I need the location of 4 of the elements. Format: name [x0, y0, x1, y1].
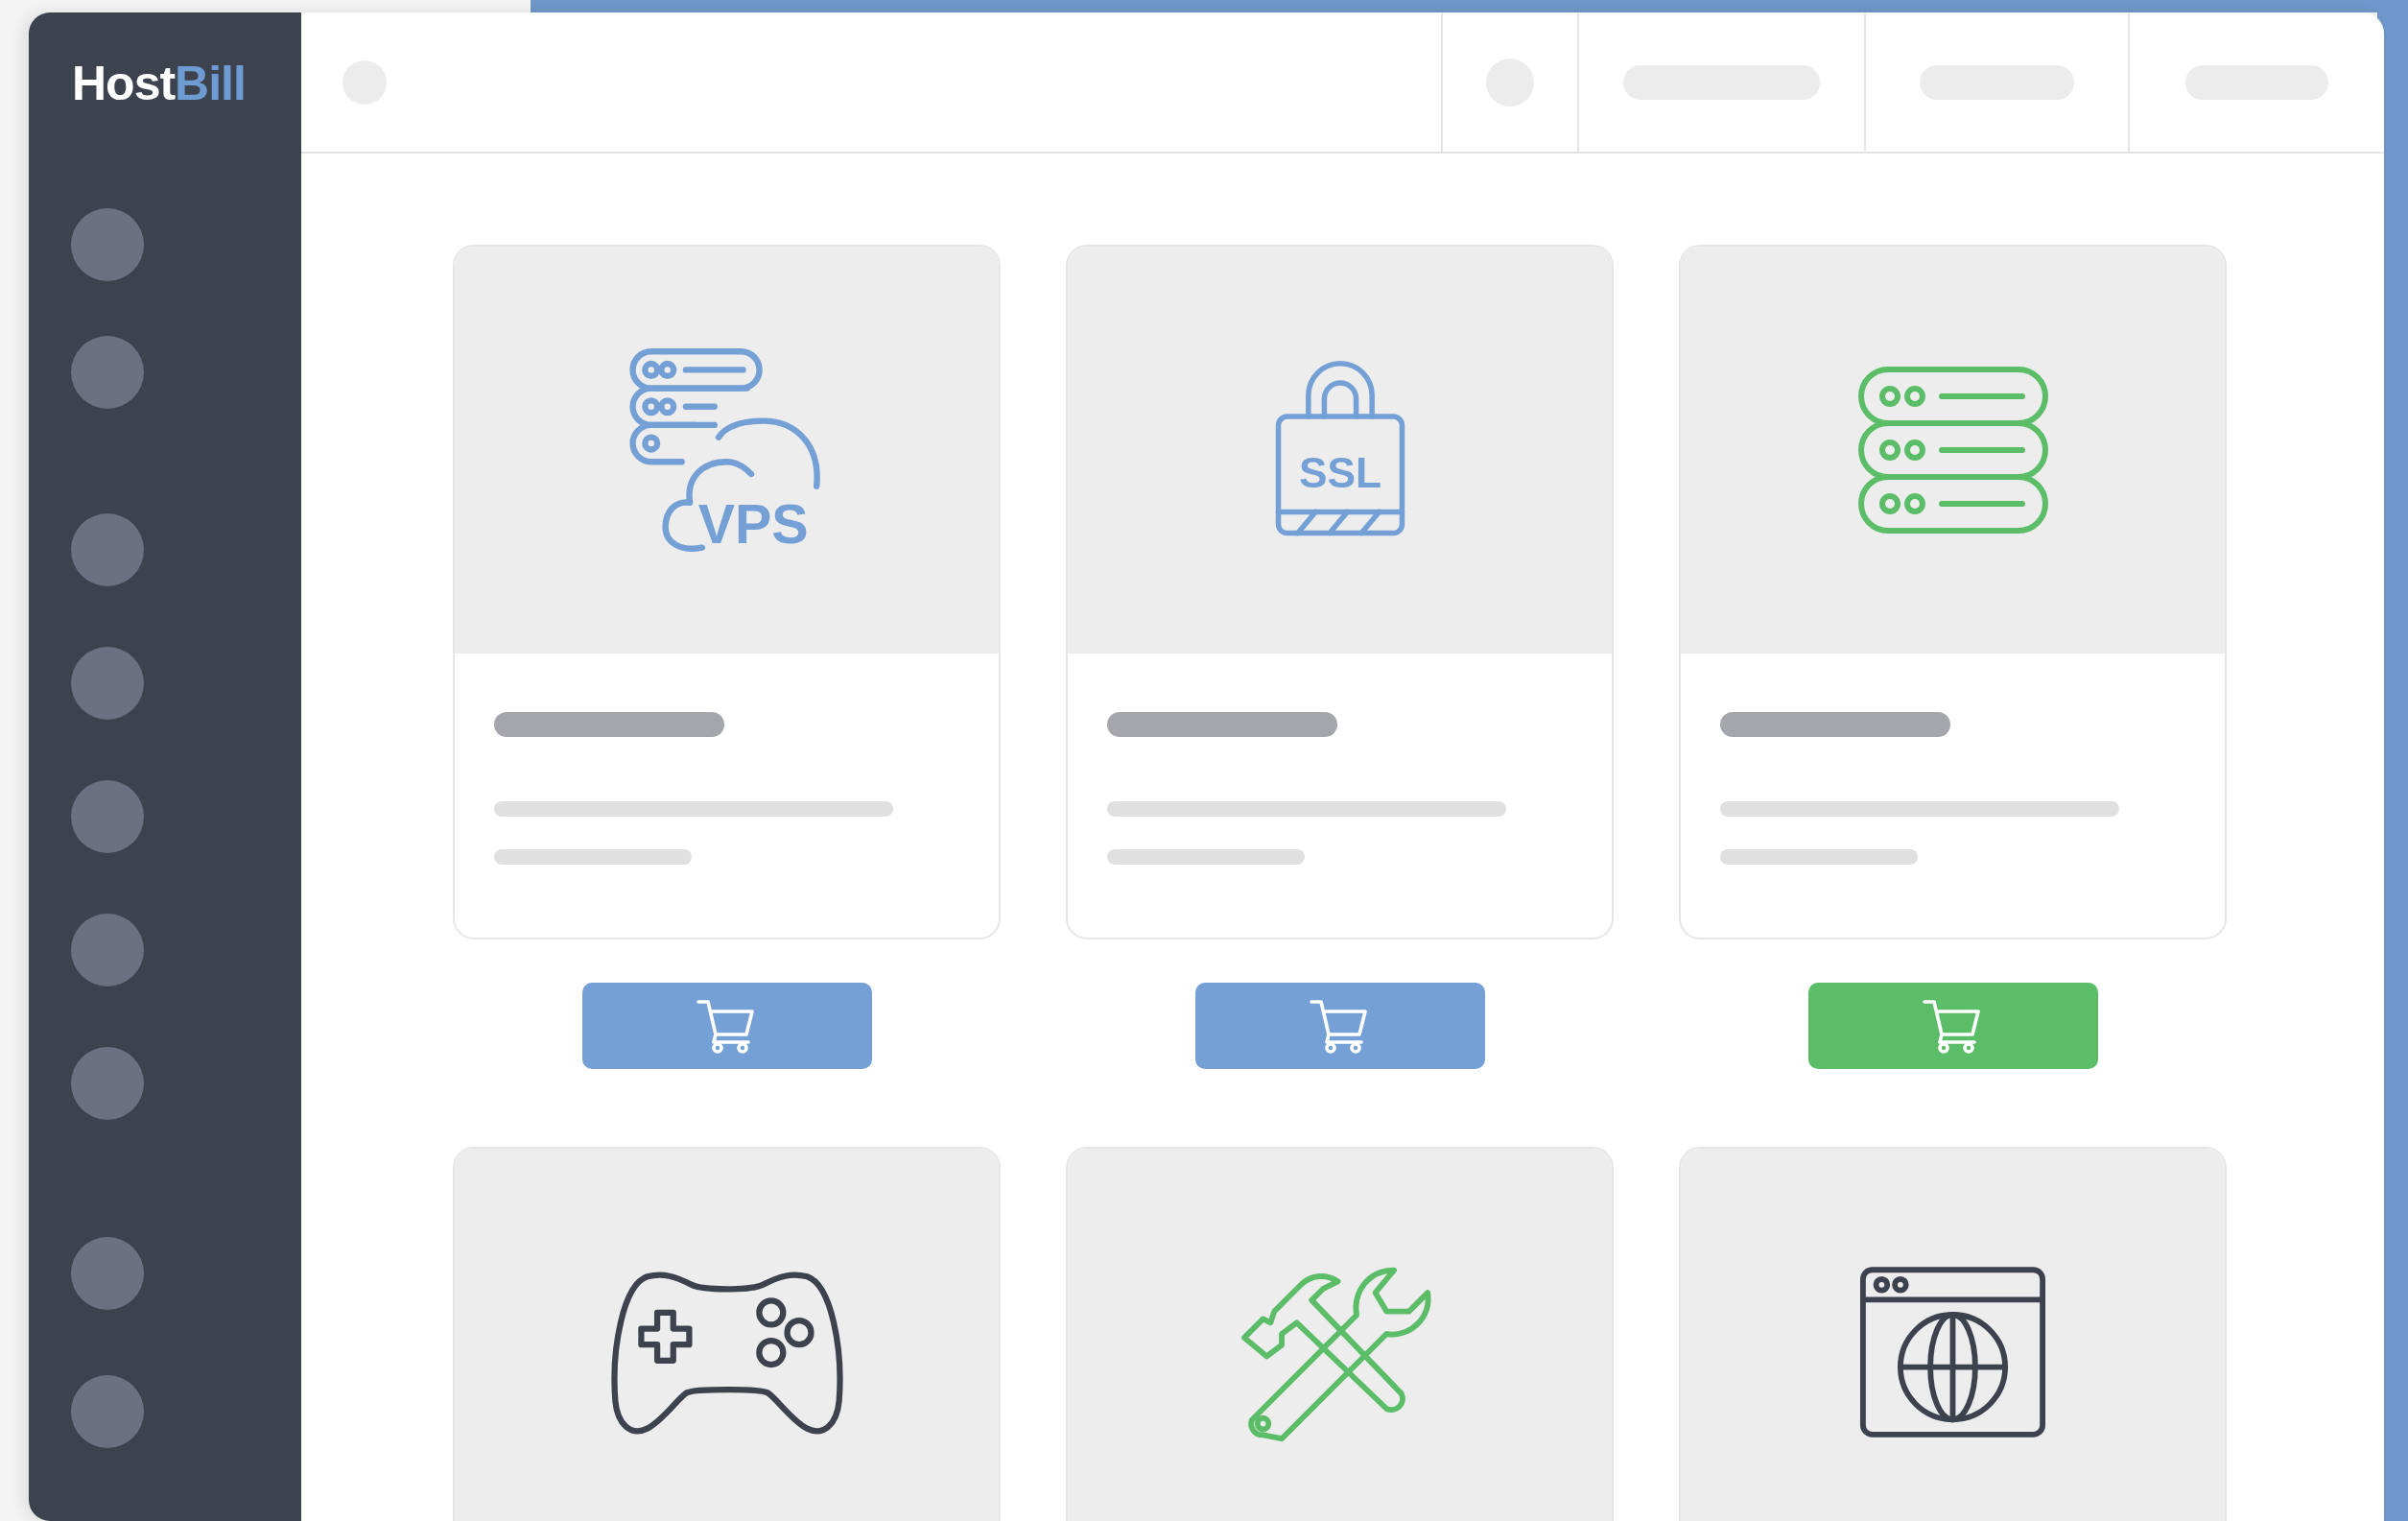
brand-logo: HostBill — [72, 59, 246, 107]
add-to-cart-button[interactable] — [581, 983, 872, 1069]
add-to-cart-button[interactable] — [1807, 983, 2098, 1069]
add-to-cart-button[interactable] — [1194, 983, 1485, 1069]
